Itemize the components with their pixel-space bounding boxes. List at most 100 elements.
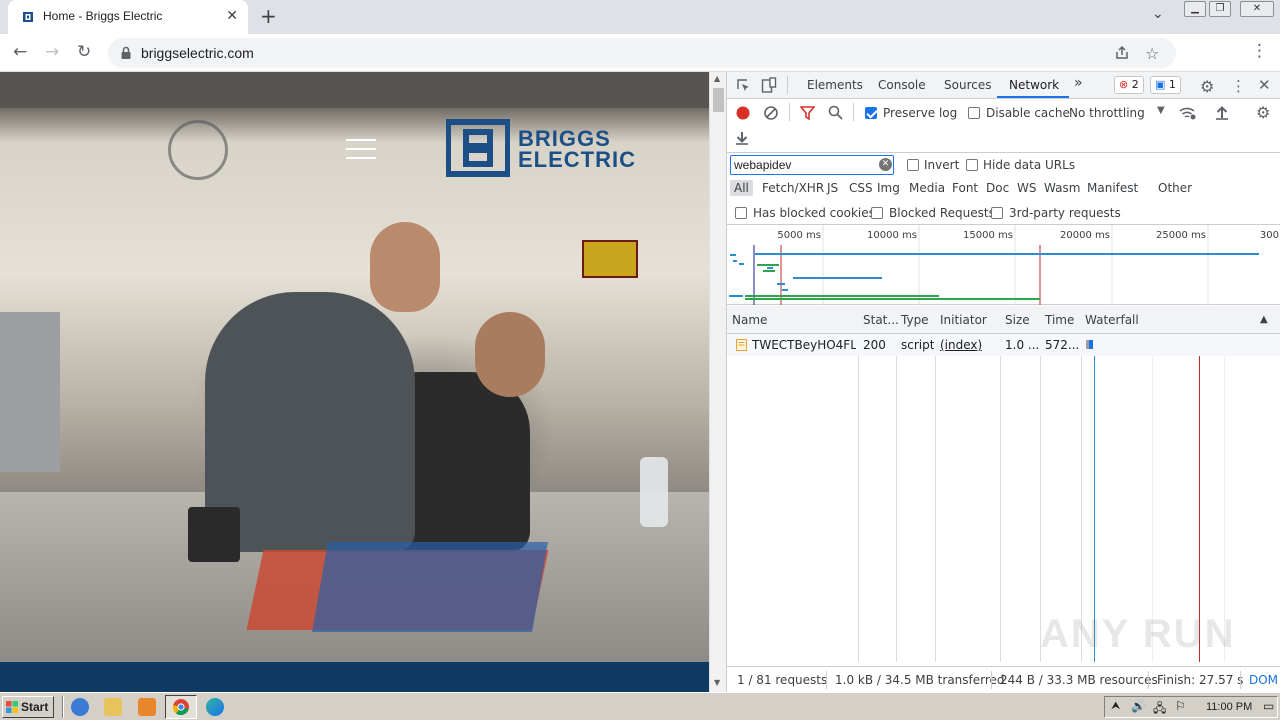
overview-tick-10000: 10000 ms <box>867 230 917 241</box>
import-har-icon[interactable] <box>1215 105 1229 120</box>
chrome-menu-icon[interactable]: ⋮ <box>1251 41 1268 61</box>
share-icon[interactable] <box>1114 45 1130 61</box>
filter-type-css[interactable]: CSS <box>849 181 873 195</box>
clear-log-icon[interactable] <box>763 105 779 121</box>
third-party-checkbox[interactable] <box>991 207 1003 219</box>
filter-funnel-icon[interactable] <box>800 106 815 120</box>
column-waterfall[interactable]: Waterfall <box>1085 313 1139 327</box>
row-initiator-link[interactable]: (index) <box>940 338 982 352</box>
device-toolbar-icon[interactable] <box>761 77 777 93</box>
browser-tab[interactable]: Home - Briggs Electric ✕ <box>8 0 248 34</box>
taskbar-clock[interactable]: 11:00 PM <box>1206 701 1252 713</box>
start-button[interactable]: Start <box>2 696 54 718</box>
page-scrollbar[interactable]: ▲ ▼ <box>709 72 726 692</box>
action-center-flag-icon[interactable]: ⚐ <box>1175 699 1186 713</box>
column-size[interactable]: Size <box>1005 313 1030 327</box>
filter-type-wasm[interactable]: Wasm <box>1044 181 1080 195</box>
briggs-electric-logo[interactable]: BRIGGS ELECTRIC <box>446 116 660 180</box>
hide-data-urls-checkbox[interactable] <box>966 159 978 171</box>
column-status[interactable]: Stat... <box>863 313 899 327</box>
tab-sources[interactable]: Sources <box>944 78 991 92</box>
tab-network[interactable]: Network <box>1009 78 1059 92</box>
message-count-badge[interactable]: ▣ 1 <box>1150 76 1181 94</box>
back-arrow-icon[interactable]: ← <box>13 42 27 62</box>
scroll-down-arrow-icon[interactable]: ▼ <box>714 678 720 687</box>
overview-tick-30000: 300 <box>1260 230 1279 241</box>
volume-icon[interactable]: 🔊 <box>1131 699 1146 713</box>
media-player-icon[interactable] <box>138 698 156 716</box>
inspect-element-icon[interactable] <box>736 78 751 93</box>
filter-type-font[interactable]: Font <box>952 181 978 195</box>
scrollbar-thumb[interactable] <box>713 88 724 112</box>
clear-filter-icon[interactable]: ✕ <box>879 158 892 171</box>
filter-type-fetch-xhr[interactable]: Fetch/XHR <box>762 181 824 195</box>
disable-cache-checkbox[interactable] <box>968 107 980 119</box>
scroll-up-arrow-icon[interactable]: ▲ <box>714 74 720 83</box>
invert-checkbox[interactable] <box>907 159 919 171</box>
error-count-badge[interactable]: ⊗ 2 <box>1114 76 1144 94</box>
reload-icon[interactable]: ↻ <box>77 42 91 62</box>
row-name: TWECTBeyHO4FL... <box>752 338 856 352</box>
filter-input[interactable] <box>730 155 894 175</box>
anyrun-watermark: ANY RUN <box>1040 612 1236 656</box>
show-desktop-icon[interactable]: ▭ <box>1263 699 1274 713</box>
forward-arrow-icon[interactable]: → <box>45 42 59 62</box>
tab-elements[interactable]: Elements <box>807 78 863 92</box>
message-icon: ▣ <box>1155 78 1166 91</box>
export-har-icon[interactable] <box>735 130 749 145</box>
file-explorer-icon[interactable] <box>104 698 122 716</box>
site-favicon-icon <box>23 12 33 22</box>
filter-type-ws[interactable]: WS <box>1017 181 1036 195</box>
status-requests: 1 / 81 requests <box>737 673 828 687</box>
column-name[interactable]: Name <box>732 313 767 327</box>
windows-taskbar: Start ⮝ 🔊 🖧 ⚐ ▭ 11:00 PM <box>0 692 1280 720</box>
minimize-button[interactable]: ▁ <box>1184 1 1206 17</box>
throttling-dropdown-icon[interactable]: ▼ <box>1157 105 1165 116</box>
table-row[interactable]: TWECTBeyHO4FL... 200 script (index) 1.0 … <box>727 334 1280 356</box>
network-tray-icon[interactable]: 🖧 <box>1153 699 1166 720</box>
throttling-select[interactable]: No throttling <box>1069 106 1145 120</box>
filter-type-all[interactable]: All <box>730 180 753 196</box>
filter-type-doc[interactable]: Doc <box>986 181 1009 195</box>
disable-cache-label: Disable cache <box>986 106 1070 120</box>
tab-console[interactable]: Console <box>878 78 926 92</box>
hamburger-menu-icon[interactable] <box>346 139 376 159</box>
network-conditions-icon[interactable] <box>1179 105 1197 121</box>
more-tabs-icon[interactable]: » <box>1074 75 1083 91</box>
row-size: 1.0 ... <box>1005 338 1040 352</box>
internet-explorer-icon[interactable] <box>71 698 89 716</box>
devtools-panel: Elements Console Sources Network » ⊗ 2 ▣… <box>726 72 1280 692</box>
address-bar[interactable]: briggselectric.com ☆ <box>108 38 1176 68</box>
filter-type-img[interactable]: Img <box>877 181 900 195</box>
blocked-requests-checkbox[interactable] <box>871 207 883 219</box>
status-resources: 244 B / 33.3 MB resources <box>1000 673 1158 687</box>
settings-gear-icon[interactable]: ⚙ <box>1200 77 1214 96</box>
devtools-menu-icon[interactable]: ⋮ <box>1231 77 1246 95</box>
new-tab-button[interactable]: + <box>260 4 277 28</box>
tab-search-chevron-icon[interactable]: ⌄ <box>1152 6 1164 22</box>
network-request-table: Name Stat... Type Initiator Size Time Wa… <box>727 306 1280 662</box>
column-time[interactable]: Time <box>1045 313 1074 327</box>
column-type[interactable]: Type <box>901 313 929 327</box>
filter-type-other[interactable]: Other <box>1158 181 1192 195</box>
column-initiator[interactable]: Initiator <box>940 313 987 327</box>
network-settings-gear-icon[interactable]: ⚙ <box>1256 103 1270 122</box>
edge-icon[interactable] <box>206 698 224 716</box>
tab-close-icon[interactable]: ✕ <box>226 8 238 24</box>
network-overview-timeline[interactable]: 5000 ms 10000 ms 15000 ms 20000 ms 25000… <box>727 225 1280 305</box>
filter-type-js[interactable]: JS <box>827 181 838 195</box>
sort-ascending-icon[interactable]: ▲ <box>1260 314 1268 325</box>
chrome-taskbar-button[interactable] <box>165 695 197 719</box>
preserve-log-checkbox[interactable] <box>865 107 877 119</box>
blocked-cookies-checkbox[interactable] <box>735 207 747 219</box>
window-close-button[interactable]: ✕ <box>1240 1 1274 17</box>
filter-type-manifest[interactable]: Manifest <box>1087 181 1138 195</box>
devtools-close-icon[interactable]: ✕ <box>1258 76 1271 94</box>
search-icon[interactable] <box>828 105 843 120</box>
record-stop-icon[interactable] <box>735 105 751 121</box>
active-tab-indicator <box>997 96 1069 98</box>
filter-type-media[interactable]: Media <box>909 181 945 195</box>
bookmark-star-icon[interactable]: ☆ <box>1145 44 1159 63</box>
tray-expand-icon[interactable]: ⮝ <box>1111 699 1120 713</box>
restore-button[interactable]: ❐ <box>1209 1 1231 17</box>
